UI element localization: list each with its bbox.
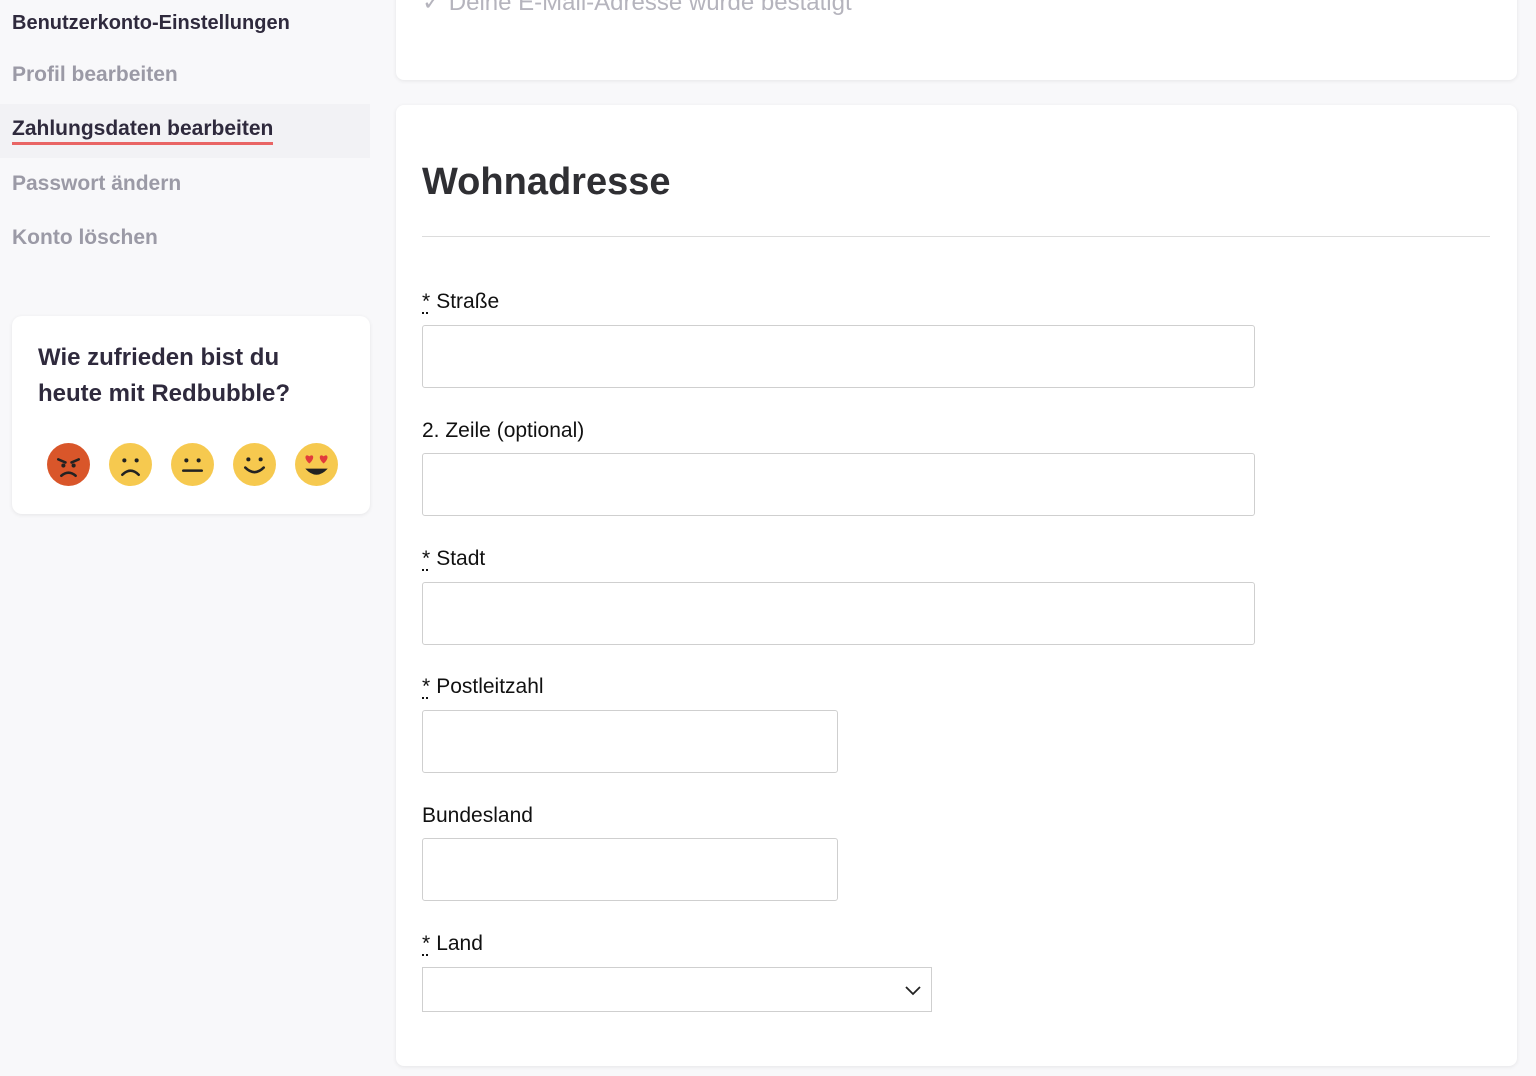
street-label-text: Straße [436,290,500,313]
city-input[interactable] [422,582,1255,645]
sidebar-item-edit-profile[interactable]: Profil bearbeiten [12,63,178,87]
heart-eyes-face-icon[interactable] [294,442,339,487]
sidebar-item-edit-payment[interactable]: Zahlungsdaten bearbeiten [12,117,274,145]
street-input[interactable] [422,325,1255,388]
sidebar-item-label: Zahlungsdaten bearbeiten [12,117,274,140]
sidebar-heading: Benutzerkonto-Einstellungen [12,12,290,34]
satisfaction-survey-card: Wie zufrieden bist du heute mit Redbubbl… [12,316,370,514]
emoji-rating-row [46,442,339,487]
home-address-card: Wohnadresse * Straße 2. Zeile (optional) … [396,105,1517,1066]
required-marker: * [422,290,431,313]
survey-title: Wie zufrieden bist du heute mit Redbubbl… [38,344,290,407]
required-marker: * [422,932,431,955]
city-label: * Stadt [422,547,485,571]
street-label: * Straße [422,290,499,314]
slightly-smiling-face-icon[interactable] [232,442,277,487]
required-marker: * [422,675,431,698]
neutral-face-icon[interactable] [170,442,215,487]
chevron-down-icon [905,986,921,996]
email-verification-card: ✓ Deine E-Mail-Adresse wurde bestätigt [396,0,1517,80]
active-underline [12,142,274,145]
required-marker: * [422,547,431,570]
state-label: Bundesland [422,804,533,827]
city-label-text: Stadt [436,547,486,570]
email-verified-text: ✓ Deine E-Mail-Adresse wurde bestätigt [422,0,852,16]
country-select[interactable] [422,967,932,1012]
postcode-label-text: Postleitzahl [436,675,544,698]
angry-face-icon[interactable] [46,442,91,487]
divider [422,236,1490,237]
postcode-label: * Postleitzahl [422,675,544,699]
country-label: * Land [422,932,483,956]
country-label-text: Land [436,932,483,955]
frowning-face-icon[interactable] [108,442,153,487]
state-input[interactable] [422,838,838,901]
line2-input[interactable] [422,453,1255,516]
sidebar-item-delete-account[interactable]: Konto löschen [12,226,158,250]
sidebar-item-change-password[interactable]: Passwort ändern [12,172,181,196]
section-title: Wohnadresse [422,161,671,203]
line2-label: 2. Zeile (optional) [422,419,585,442]
postcode-input[interactable] [422,710,838,773]
